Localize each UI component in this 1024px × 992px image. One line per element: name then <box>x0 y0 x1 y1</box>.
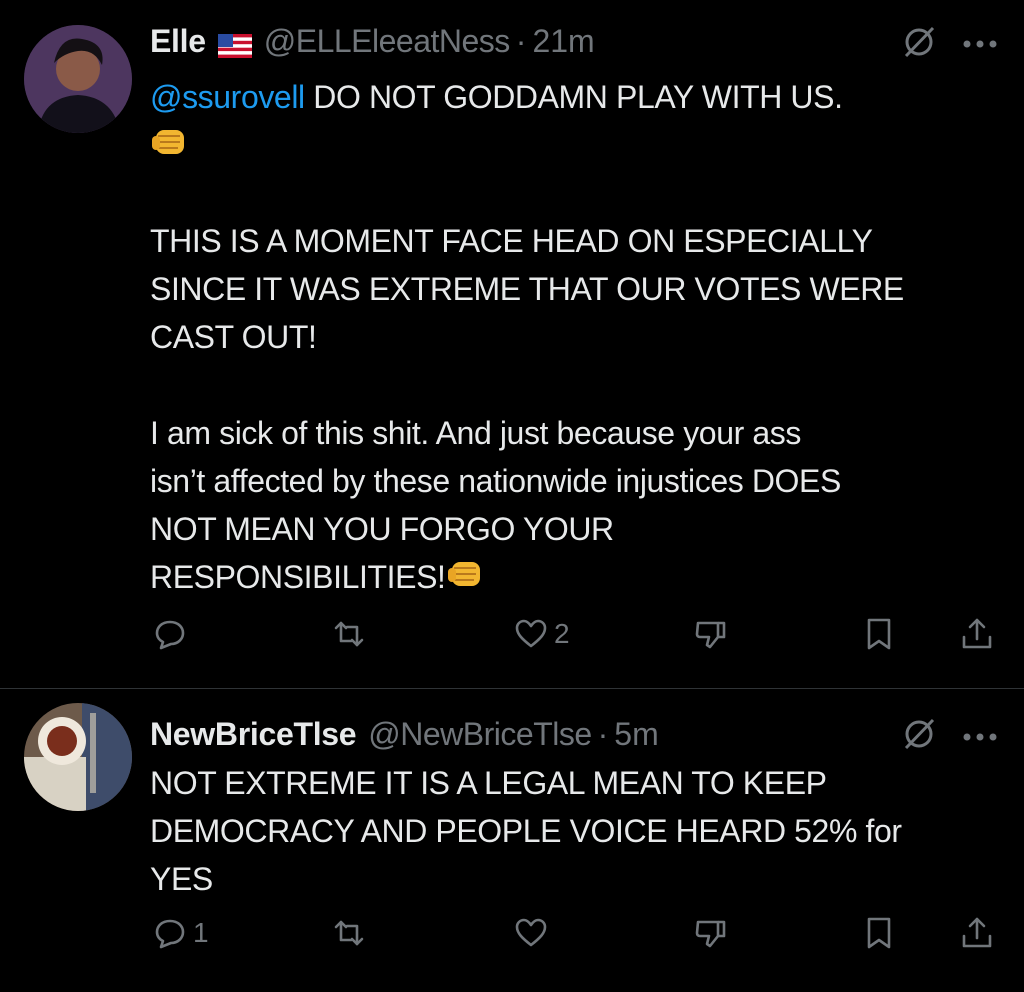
bookmark-icon <box>867 917 891 949</box>
separator: · <box>515 22 527 59</box>
tweet-header: NewBriceTlse @NewBriceTlse · 5m <box>150 714 659 754</box>
retweet-icon <box>334 920 364 946</box>
reply-button[interactable]: 1 <box>153 911 209 955</box>
timestamp[interactable]: 5m <box>614 716 658 753</box>
retweet-icon <box>334 621 364 647</box>
tweet-text-part: DO NOT GODDAMN PLAY WITH US. <box>313 79 843 115</box>
share-icon <box>962 917 992 948</box>
handle[interactable]: @ELLEleeatNess <box>264 23 511 60</box>
tweet-header: Elle @ELLEleeatNess · 21m <box>150 21 595 61</box>
avatar[interactable] <box>24 703 132 811</box>
dislike-button[interactable] <box>694 612 728 656</box>
bookmark-button[interactable] <box>862 612 896 656</box>
tweet-text: @ssurovell DO NOT GODDAMN PLAY WITH US. … <box>150 73 1010 601</box>
dislike-button[interactable] <box>694 911 728 955</box>
tweet-actions: 2 <box>0 612 1024 656</box>
reply-icon <box>155 919 185 949</box>
more-icon[interactable] <box>962 729 998 741</box>
like-button[interactable] <box>514 911 554 955</box>
tweet[interactable]: Elle @ELLEleeatNess · 21m @ssurovell DO … <box>0 0 1024 688</box>
like-icon <box>515 619 547 648</box>
reply-icon <box>155 620 185 650</box>
oncoming-fist-emoji-icon <box>150 124 190 160</box>
like-icon <box>515 918 547 947</box>
dislike-icon <box>695 920 726 948</box>
reply-button[interactable] <box>153 612 193 656</box>
oncoming-fist-emoji-icon <box>446 556 486 592</box>
avatar[interactable] <box>24 25 132 133</box>
grok-icon[interactable] <box>902 25 936 59</box>
like-count: 2 <box>554 618 570 649</box>
tweet[interactable]: NewBriceTlse @NewBriceTlse · 5m NOT EXTR… <box>0 689 1024 992</box>
retweet-button[interactable] <box>332 612 372 656</box>
tweet-text: NOT EXTREME IT IS A LEGAL MEAN TO KEEP D… <box>150 765 902 897</box>
display-name[interactable]: NewBriceTlse <box>150 716 357 753</box>
like-button[interactable]: 2 <box>514 612 570 656</box>
share-button[interactable] <box>960 911 994 955</box>
mention-link[interactable]: @ssurovell <box>150 79 305 115</box>
us-flag-icon <box>217 29 252 58</box>
retweet-button[interactable] <box>332 911 372 955</box>
share-icon <box>962 618 992 649</box>
tweet-text-part: THIS IS A MOMENT FACE HEAD ON ESPECIALLY… <box>150 223 904 595</box>
separator: · <box>597 715 609 752</box>
more-icon[interactable] <box>962 36 998 48</box>
share-button[interactable] <box>960 612 994 656</box>
dislike-icon <box>695 621 726 649</box>
bookmark-icon <box>867 618 891 650</box>
timestamp[interactable]: 21m <box>532 23 594 60</box>
bookmark-button[interactable] <box>862 911 896 955</box>
reply-count: 1 <box>193 917 209 948</box>
tweet-actions: 1 <box>0 911 1024 955</box>
handle[interactable]: @NewBriceTlse <box>368 716 592 753</box>
display-name[interactable]: Elle <box>150 23 206 60</box>
grok-icon[interactable] <box>902 717 936 751</box>
